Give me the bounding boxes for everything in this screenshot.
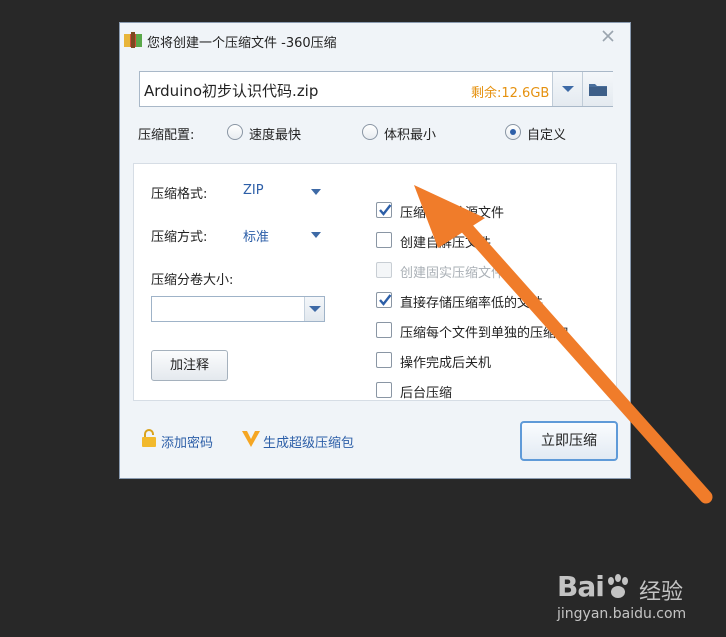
checkbox-separate-archives-label[interactable]: 压缩每个文件到单独的压缩包 <box>400 322 569 341</box>
compress-now-button[interactable]: 立即压缩 <box>520 421 618 461</box>
method-chevron-down-icon[interactable] <box>311 232 321 238</box>
lock-icon[interactable] <box>141 428 157 448</box>
checkbox-solid-archive-label: 创建固实压缩文件 <box>400 266 505 281</box>
baidu-watermark: Bai 经验 jingyan.baidu.com <box>553 566 723 634</box>
title-bar: 您将创建一个压缩文件 -360压缩 <box>120 23 630 57</box>
method-select[interactable]: 标准 <box>243 226 269 245</box>
add-comment-button[interactable]: 加注释 <box>151 350 228 381</box>
watermark-url: jingyan.baidu.com <box>557 606 687 622</box>
format-chevron-down-icon[interactable] <box>311 189 321 195</box>
window-title: 您将创建一个压缩文件 -360压缩 <box>147 36 337 51</box>
checkbox-self-extracting[interactable] <box>376 232 392 248</box>
radio-fastest[interactable] <box>227 124 243 140</box>
folder-icon <box>589 84 607 96</box>
method-label: 压缩方式: <box>151 230 208 245</box>
radio-smallest[interactable] <box>362 124 378 140</box>
watermark-brand: Bai <box>557 570 605 603</box>
radio-smallest-label[interactable]: 体积最小 <box>384 124 436 143</box>
chevron-down-icon <box>562 86 574 92</box>
chevron-down-icon <box>309 306 321 312</box>
watermark-brand-cn: 经验 <box>639 580 684 605</box>
path-history-dropdown[interactable] <box>552 72 582 106</box>
add-password-link[interactable]: 添加密码 <box>161 432 213 451</box>
volume-size-combo[interactable] <box>151 296 325 322</box>
volume-size-label: 压缩分卷大小: <box>151 273 234 288</box>
volume-size-dropdown[interactable] <box>304 297 324 321</box>
archive-app-icon <box>124 32 142 48</box>
super-archive-icon[interactable] <box>241 430 261 448</box>
browse-folder-button[interactable] <box>582 72 613 106</box>
output-filename[interactable]: Arduino初步认识代码.zip <box>144 80 318 101</box>
config-label: 压缩配置: <box>138 128 195 143</box>
output-path-field[interactable]: Arduino初步认识代码.zip 剩余:12.6GB <box>139 71 613 107</box>
checkbox-shutdown[interactable] <box>376 352 392 368</box>
checkbox-delete-source-label[interactable]: 压缩后删除源文件 <box>400 202 504 221</box>
radio-custom-label[interactable]: 自定义 <box>527 124 566 143</box>
paw-icon <box>608 574 628 598</box>
checkbox-store-low-ratio[interactable] <box>376 292 392 308</box>
format-select[interactable]: ZIP <box>243 183 264 198</box>
radio-custom[interactable] <box>505 124 521 140</box>
radio-fastest-label[interactable]: 速度最快 <box>249 124 301 143</box>
checkbox-shutdown-label[interactable]: 操作完成后关机 <box>400 352 491 371</box>
super-archive-link[interactable]: 生成超级压缩包 <box>263 432 354 451</box>
format-label: 压缩格式: <box>151 187 208 202</box>
checkmark-icon <box>379 294 392 306</box>
checkmark-icon <box>379 204 392 216</box>
checkbox-self-extracting-label[interactable]: 创建自解压文件 <box>400 232 491 251</box>
custom-options-panel: 压缩格式: ZIP 压缩方式: 标准 压缩分卷大小: 加注释 压缩后删除源文件 … <box>133 163 617 401</box>
close-icon[interactable] <box>600 28 616 44</box>
checkbox-background-label[interactable]: 后台压缩 <box>400 382 452 401</box>
compress-dialog: 您将创建一个压缩文件 -360压缩 Arduino初步认识代码.zip 剩余:1… <box>119 22 631 479</box>
checkbox-solid-archive <box>376 262 392 278</box>
checkbox-store-low-ratio-label[interactable]: 直接存储压缩率低的文件 <box>400 292 543 311</box>
free-space-label: 剩余:12.6GB <box>471 86 550 101</box>
checkbox-background[interactable] <box>376 382 392 398</box>
checkbox-delete-source[interactable] <box>376 202 392 218</box>
checkbox-separate-archives[interactable] <box>376 322 392 338</box>
